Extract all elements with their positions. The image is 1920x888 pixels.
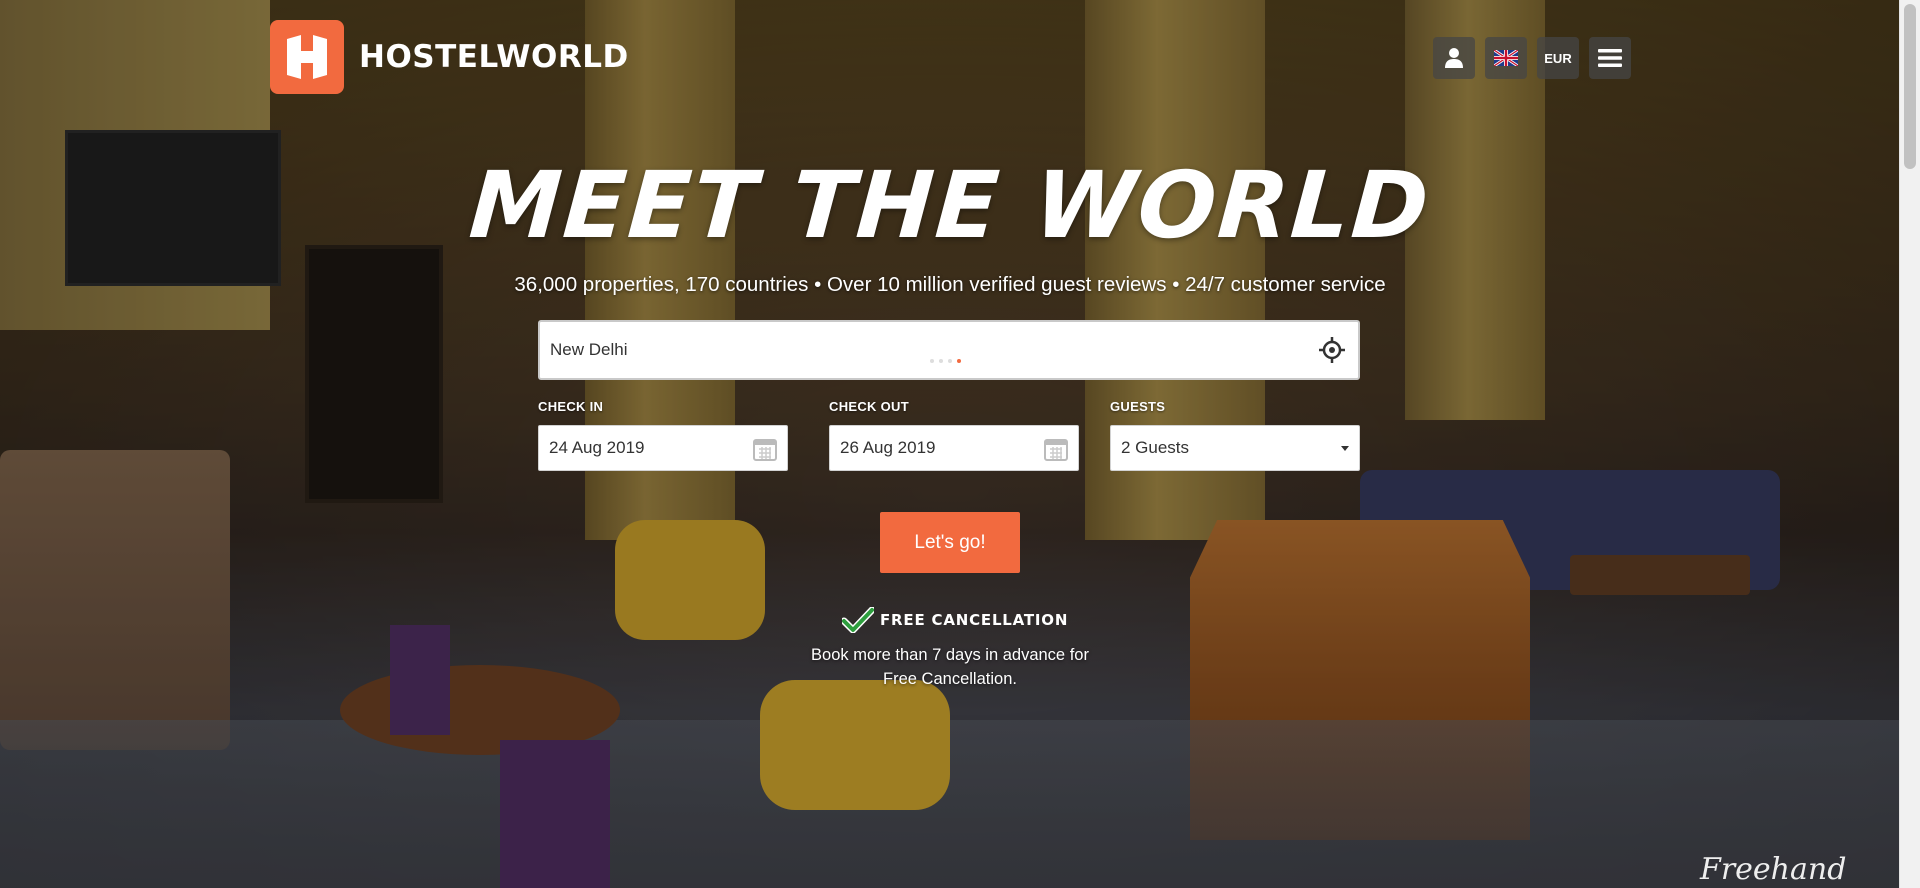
- user-icon: [1445, 48, 1463, 68]
- free-cancellation-line: Free Cancellation.: [883, 670, 1017, 688]
- loading-dot: [930, 359, 934, 363]
- loading-dot: [948, 359, 952, 363]
- crosshair-locate-icon[interactable]: [1318, 336, 1346, 364]
- checkin-field[interactable]: 24 Aug 2019: [538, 425, 788, 471]
- scrollbar-thumb[interactable]: [1904, 4, 1916, 169]
- checkmark-icon: [842, 607, 874, 633]
- free-cancellation-title: FREE CANCELLATION: [880, 611, 1069, 629]
- header-actions: EUR: [1433, 37, 1631, 79]
- loading-dot: [957, 359, 961, 363]
- uk-flag-icon: [1494, 50, 1518, 66]
- hostelworld-logo-icon: [270, 20, 344, 94]
- checkin-label: CHECK IN: [538, 399, 604, 414]
- guests-select[interactable]: 2 Guests: [1110, 425, 1360, 471]
- hamburger-menu-icon: [1598, 49, 1622, 67]
- account-button[interactable]: [1433, 37, 1475, 79]
- page-scrollbar[interactable]: [1899, 0, 1920, 888]
- currency-button[interactable]: EUR: [1537, 37, 1579, 79]
- loading-dot: [939, 359, 943, 363]
- language-button[interactable]: [1485, 37, 1527, 79]
- loading-indicator: [930, 350, 966, 368]
- checkout-value: 26 Aug 2019: [840, 438, 936, 457]
- checkin-value: 24 Aug 2019: [549, 438, 645, 457]
- free-cancellation-text: Book more than 7 days in advance for Fre…: [0, 643, 1900, 691]
- free-cancellation-line: Book more than 7 days in advance for: [811, 646, 1089, 664]
- brand-name: HOSTELWORLD: [359, 39, 629, 75]
- guests-label: GUESTS: [1110, 399, 1166, 414]
- checkout-label: CHECK OUT: [829, 399, 909, 414]
- free-cancellation-heading: FREE CANCELLATION: [842, 607, 1068, 633]
- guests-value: 2 Guests: [1121, 438, 1190, 457]
- calendar-icon: [753, 439, 777, 461]
- brand-logo[interactable]: HOSTELWORLD: [270, 20, 629, 94]
- chevron-down-icon: [1341, 446, 1349, 451]
- page-headline: MEET THE WORLD: [466, 152, 1434, 259]
- calendar-icon: [1044, 439, 1068, 461]
- checkout-field[interactable]: 26 Aug 2019: [829, 425, 1079, 471]
- menu-button[interactable]: [1589, 37, 1631, 79]
- search-submit-button[interactable]: Let's go!: [880, 512, 1020, 573]
- page-subheadline: 36,000 properties, 170 countries • Over …: [514, 273, 1386, 296]
- venue-signature: Freehand: [1700, 852, 1847, 887]
